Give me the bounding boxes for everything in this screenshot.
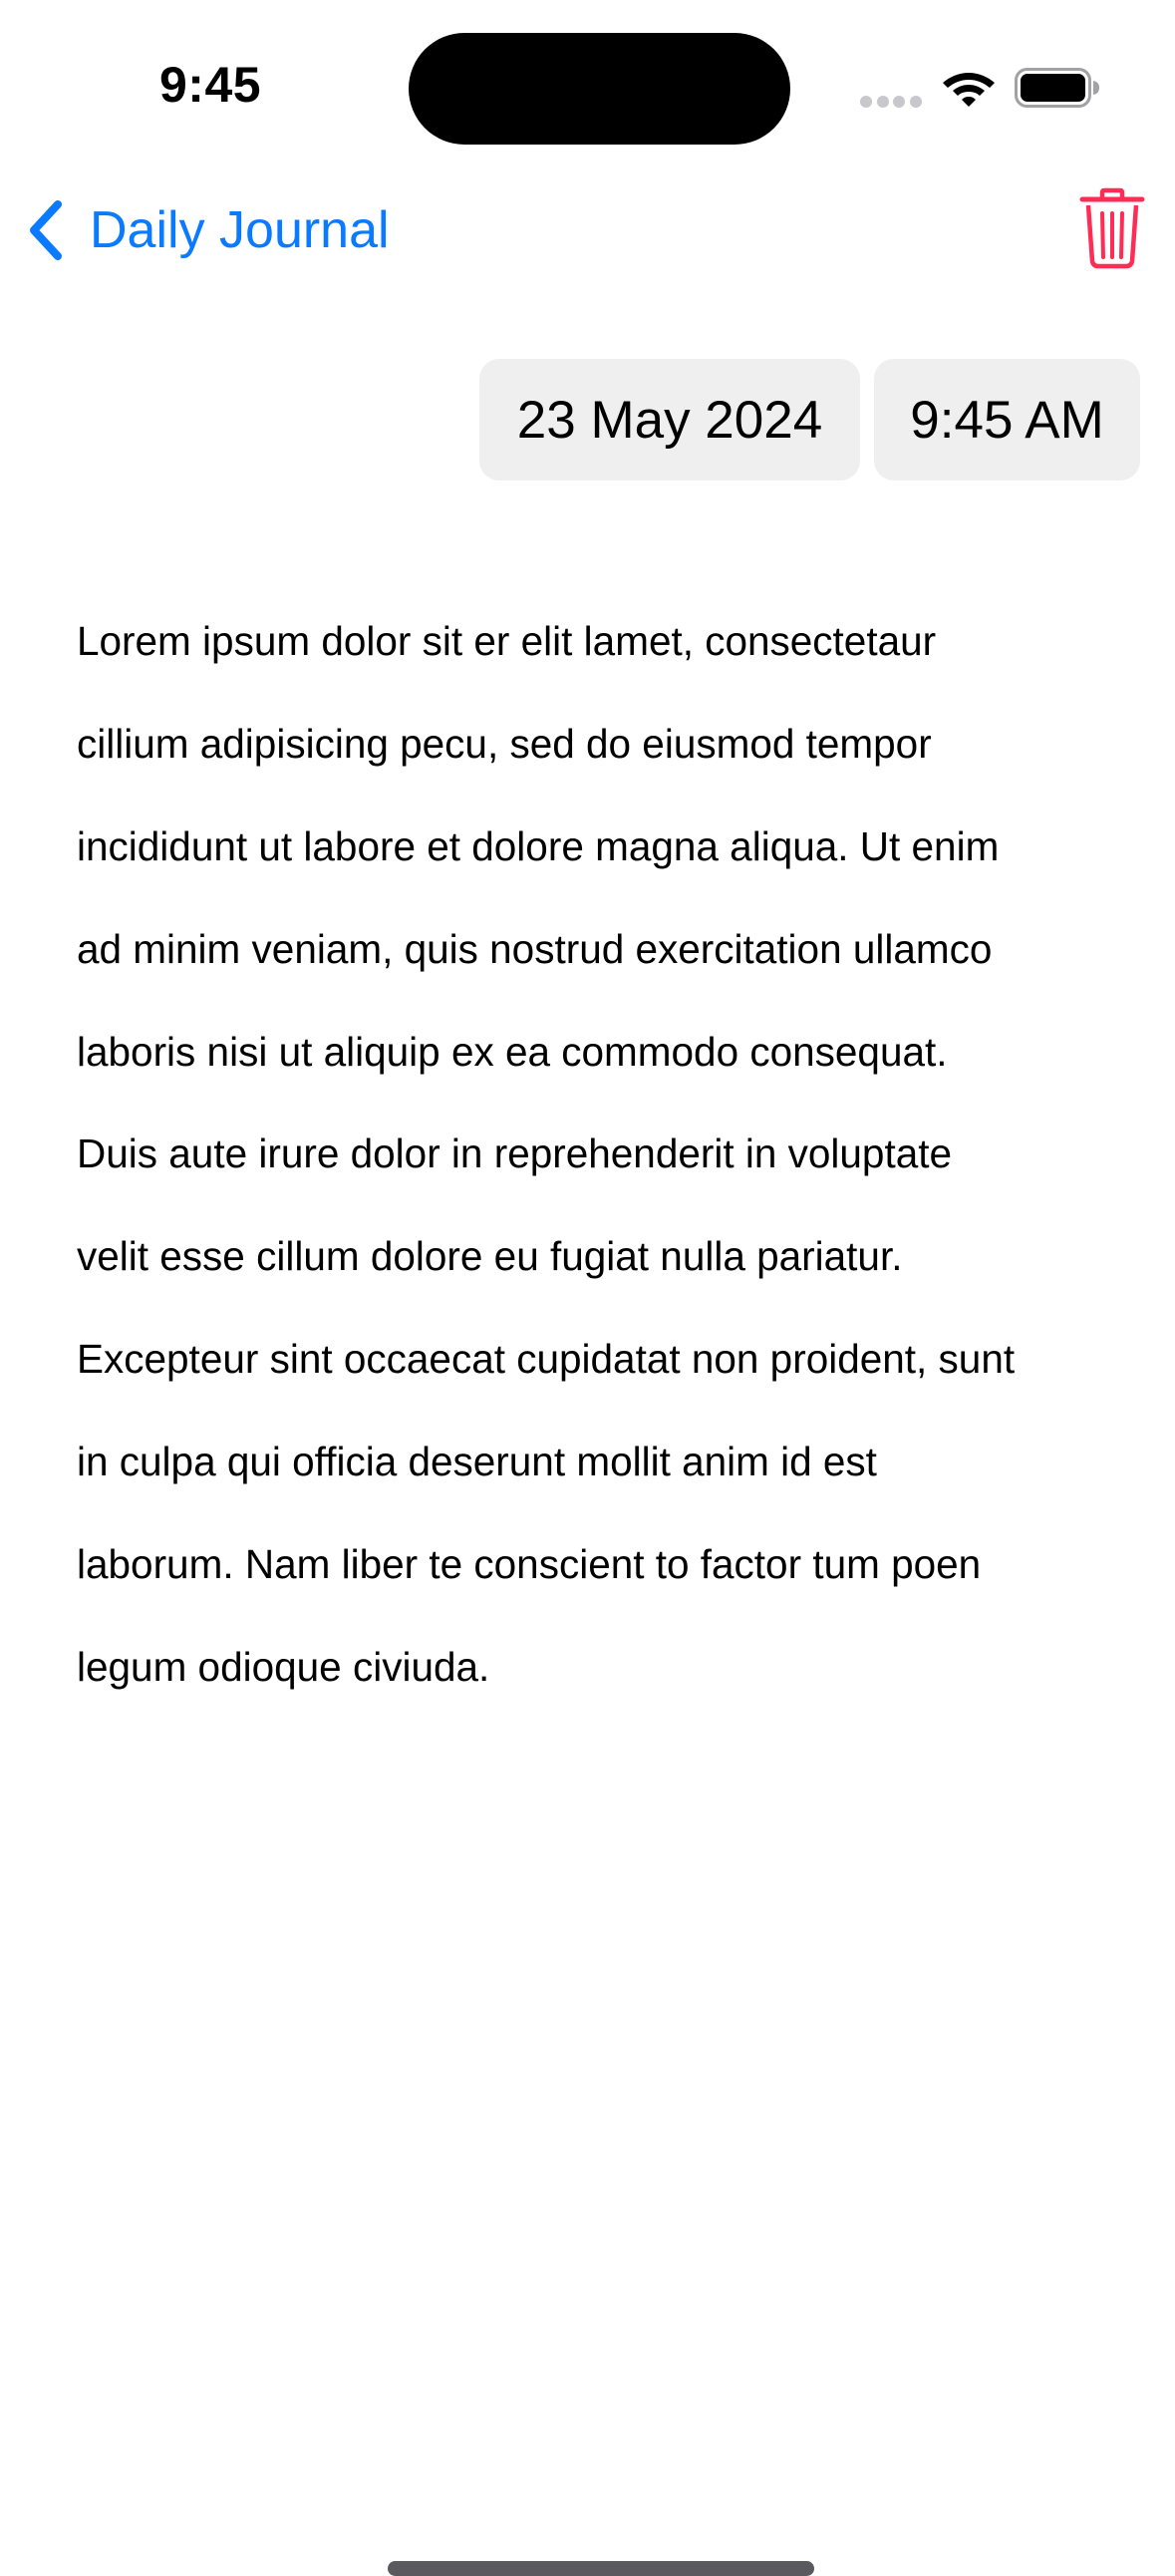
entry-text-line: cillium adipisicing pecu, sed do eiusmod…: [77, 721, 932, 768]
chevron-left-icon: [30, 200, 62, 260]
trash-icon[interactable]: [1078, 187, 1146, 269]
cellular-signal-icon: [860, 96, 922, 108]
back-label: Daily Journal: [90, 201, 390, 259]
entry-text-line: laborum. Nam liber te conscient to facto…: [77, 1540, 982, 1587]
entry-text-line: velit esse cillum dolore eu fugiat nulla…: [77, 1233, 903, 1280]
status-time: 9:45: [159, 57, 262, 113]
entry-text-line: in culpa qui officia deserunt mollit ani…: [77, 1438, 877, 1484]
entry-text-line: ad minim veniam, quis nostrud exercitati…: [77, 925, 993, 972]
battery-icon: [1015, 68, 1099, 108]
entry-text-line: Lorem ipsum dolor sit er elit lamet, con…: [77, 618, 937, 665]
entry-text-line: incididunt ut labore et dolore magna ali…: [77, 823, 1000, 870]
time-picker[interactable]: 9:45 AM: [874, 359, 1140, 481]
entry-text-line: laboris nisi ut aliquip ex ea commodo co…: [77, 1028, 948, 1075]
home-indicator[interactable]: [388, 2561, 814, 2576]
entry-text-line: Duis aute irure dolor in reprehenderit i…: [77, 1130, 953, 1177]
entry-text-line: Excepteur sint occaecat cupidatat non pr…: [77, 1336, 1016, 1383]
dynamic-island: [409, 33, 790, 145]
wifi-icon: [943, 73, 995, 107]
date-picker[interactable]: 23 May 2024: [479, 359, 860, 481]
entry-text-line: legum odioque civiuda.: [77, 1643, 490, 1690]
entry-text-editor[interactable]: Lorem ipsum dolor sit er elit lamet, con…: [77, 565, 1133, 1744]
back-button[interactable]: Daily Journal: [26, 195, 390, 265]
